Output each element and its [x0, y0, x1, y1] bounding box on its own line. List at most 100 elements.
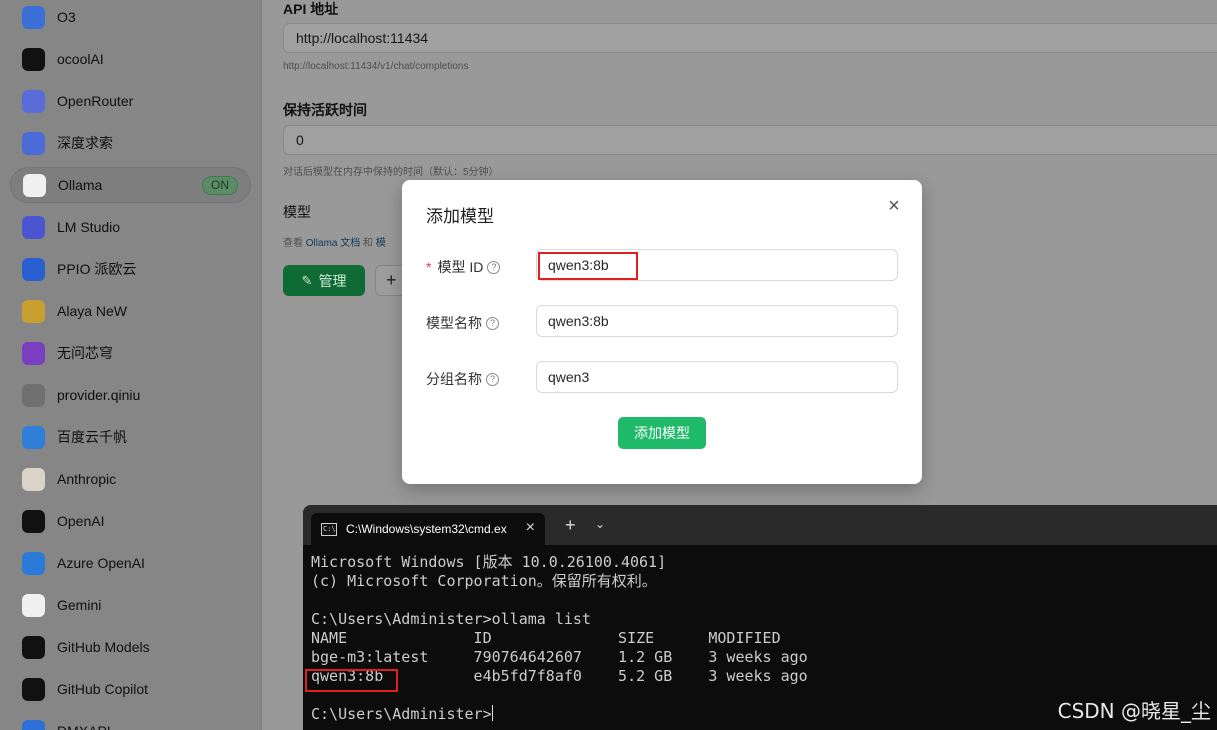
- keepalive-hint: 对话后模型在内存中保持的时间（默认：5分钟）: [283, 167, 499, 178]
- help-icon: ?: [486, 316, 499, 330]
- required-mark: *: [426, 259, 432, 275]
- alaya-icon: [22, 299, 45, 323]
- sidebar-item-label: provider.qiniu: [57, 387, 141, 403]
- sidebar-item-provider[interactable]: 无问芯穹: [10, 335, 251, 371]
- sidebar-item-label: GitHub Copilot: [57, 681, 149, 697]
- terminal-line: bge-m3:latest 790764642607 1.2 GB 3 week…: [311, 648, 808, 666]
- terminal-line: C:\Users\Administer>ollama list: [311, 610, 591, 628]
- sidebar-item-label: Alaya NeW: [57, 303, 128, 319]
- terminal-line: (c) Microsoft Corporation。保留所有权利。: [311, 572, 657, 590]
- api-address-input[interactable]: http://localhost:11434: [283, 23, 1217, 53]
- sidebar-item-label: OpenRouter: [57, 93, 134, 109]
- sidebar-item-provider[interactable]: 百度云千帆: [10, 419, 251, 455]
- manage-button-label: 管理: [318, 272, 347, 289]
- models-title: 模型: [283, 204, 311, 220]
- ollama-docs-link[interactable]: Ollama 文档: [306, 238, 360, 249]
- chevron-down-icon[interactable]: ⌄: [595, 517, 605, 531]
- group-name-input[interactable]: [536, 361, 898, 393]
- sidebar-item-label: 无问芯穹: [57, 345, 113, 361]
- sidebar-item-label: O3: [57, 9, 76, 25]
- o3-icon: [22, 5, 45, 29]
- anthropic-icon: [22, 467, 45, 491]
- close-icon[interactable]: ×: [884, 196, 904, 216]
- azure-icon: [22, 551, 45, 575]
- sidebar-item-provider[interactable]: Azure OpenAI: [10, 545, 251, 581]
- manage-button[interactable]: ✎ 管理: [283, 265, 365, 296]
- terminal-line: NAME ID SIZE MODIFIED: [311, 629, 781, 647]
- api-address-hint: http://localhost:11434/v1/chat/completio…: [283, 61, 469, 72]
- sidebar-item-label: 百度云千帆: [57, 429, 127, 445]
- terminal-tab-bar: C:\ C:\Windows\system32\cmd.ex × + ⌄: [303, 505, 1217, 545]
- watermark: CSDN @晓星_尘: [1057, 699, 1211, 723]
- status-badge: ON: [202, 176, 238, 195]
- group-name-row: 分组名称 ?: [426, 361, 898, 393]
- sidebar-item-label: DMXAPI: [57, 723, 111, 730]
- qianfan-icon: [22, 425, 45, 449]
- github-copilot-icon: [22, 677, 45, 701]
- sidebar-item-provider[interactable]: Ollama ON: [10, 167, 251, 203]
- sidebar-item-provider[interactable]: Alaya NeW: [10, 293, 251, 329]
- add-model-dialog: 添加模型 × * 模型 ID ? 模型名称 ? 分组名称 ? 添加模型: [402, 180, 922, 484]
- model-id-row: * 模型 ID ?: [426, 249, 898, 281]
- sidebar-item-provider[interactable]: OpenRouter: [10, 83, 251, 119]
- terminal-line: Microsoft Windows [版本 10.0.26100.4061]: [311, 553, 667, 571]
- edit-icon: ✎: [301, 272, 313, 288]
- infini-icon: [22, 341, 45, 365]
- models-link[interactable]: 模: [376, 238, 386, 249]
- model-id-label: * 模型 ID ?: [426, 257, 501, 277]
- group-name-label-text: 分组名称: [426, 371, 482, 387]
- group-name-label: 分组名称 ?: [426, 369, 499, 389]
- sidebar-item-provider[interactable]: 深度求索: [10, 125, 251, 161]
- sidebar-item-provider[interactable]: ocoolAI: [10, 41, 251, 77]
- github-icon: [22, 635, 45, 659]
- sidebar-item-label: 深度求索: [57, 135, 113, 151]
- highlight-box: [305, 669, 398, 692]
- model-name-row: 模型名称 ?: [426, 305, 898, 337]
- sidebar-item-label: ocoolAI: [57, 51, 104, 67]
- deepseek-icon: [22, 131, 45, 155]
- add-model-submit-button[interactable]: 添加模型: [618, 417, 706, 449]
- sidebar-item-provider[interactable]: provider.qiniu: [10, 377, 251, 413]
- api-address-title: API 地址: [283, 1, 339, 17]
- sidebar-item-label: Ollama: [58, 177, 103, 193]
- terminal-tab[interactable]: C:\ C:\Windows\system32\cmd.ex ×: [311, 513, 545, 545]
- sidebar-item-label: Gemini: [57, 597, 102, 613]
- gemini-icon: [22, 593, 45, 617]
- sidebar-item-provider[interactable]: GitHub Models: [10, 629, 251, 665]
- text-cursor: [491, 705, 493, 721]
- sidebar-item-provider[interactable]: Anthropic: [10, 461, 251, 497]
- cmd-icon: C:\: [321, 522, 337, 536]
- sidebar-item-provider[interactable]: O3: [10, 0, 251, 35]
- model-name-input[interactable]: [536, 305, 898, 337]
- close-icon[interactable]: ×: [526, 519, 535, 537]
- ppio-icon: [22, 257, 45, 281]
- sidebar-item-label: OpenAI: [57, 513, 105, 529]
- terminal-output[interactable]: Microsoft Windows [版本 10.0.26100.4061] (c…: [311, 553, 808, 724]
- sidebar-item-provider[interactable]: OpenAI: [10, 503, 251, 539]
- terminal-tab-title: C:\Windows\system32\cmd.ex: [346, 522, 507, 536]
- dialog-title: 添加模型: [426, 207, 494, 226]
- model-id-label-text: 模型 ID: [437, 259, 484, 275]
- sidebar-item-provider[interactable]: LM Studio: [10, 209, 251, 245]
- models-hint-prefix: 查看: [283, 238, 303, 249]
- help-icon: ?: [486, 372, 499, 386]
- sidebar-item-provider[interactable]: Gemini: [10, 587, 251, 623]
- new-tab-button[interactable]: +: [565, 516, 576, 534]
- ocoolai-icon: [22, 47, 45, 71]
- model-name-label-text: 模型名称: [426, 315, 482, 331]
- qiniu-icon: [22, 383, 45, 407]
- ollama-icon: [23, 173, 46, 197]
- sidebar-item-label: LM Studio: [57, 219, 121, 235]
- model-name-label: 模型名称 ?: [426, 313, 499, 333]
- models-hint-mid: 和: [363, 238, 374, 249]
- sidebar-item-provider[interactable]: PPIO 派欧云: [10, 251, 251, 287]
- provider-sidebar: O3 ocoolAI OpenRouter 深度求索 Ollama ON LM Studio…: [0, 0, 262, 730]
- openrouter-icon: [22, 89, 45, 113]
- keepalive-input[interactable]: 0: [283, 125, 1217, 155]
- terminal-line: C:\Users\Administer>: [311, 705, 493, 723]
- sidebar-item-provider[interactable]: GitHub Copilot: [10, 671, 251, 707]
- sidebar-item-provider[interactable]: DMXAPI: [10, 713, 251, 730]
- openai-icon: [22, 509, 45, 533]
- models-hint: 查看 Ollama 文档 和 模: [283, 234, 386, 249]
